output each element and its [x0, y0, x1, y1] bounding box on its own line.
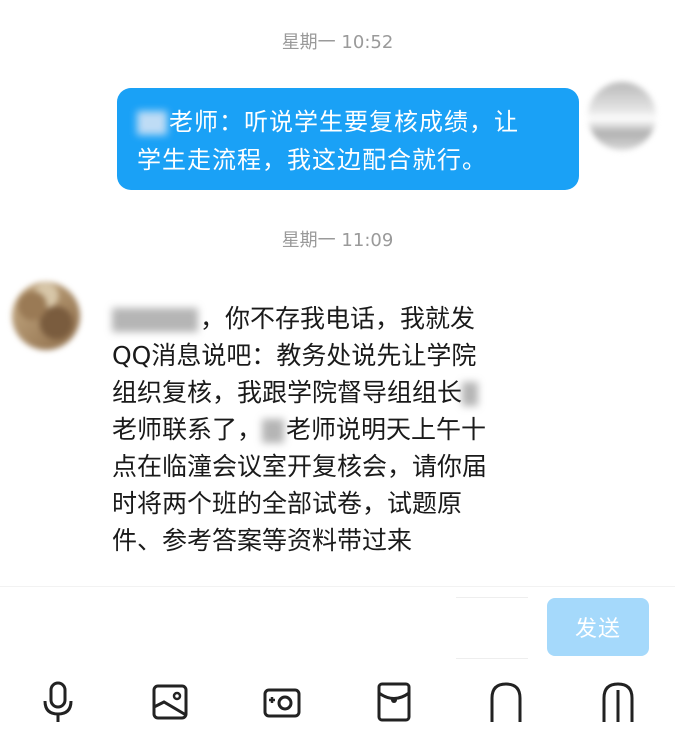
image-icon[interactable]	[150, 680, 190, 724]
message-text: 老师说明天上午十	[286, 415, 487, 444]
redacted-name	[137, 111, 167, 135]
redacted-name	[462, 382, 479, 406]
message-line: ，你不存我电话，我就发	[112, 300, 572, 337]
red-packet-icon[interactable]	[374, 680, 414, 724]
message-line: QQ消息说吧：教务处说先让学院	[112, 341, 477, 370]
message-line: 老师联系了， 老师说明天上午十	[112, 411, 572, 448]
avatar[interactable]	[588, 82, 656, 150]
message-line: 点在临潼会议室开复核会，请你届	[112, 452, 488, 481]
message-text: ，你不存我电话，我就发	[200, 304, 476, 333]
incoming-message[interactable]: ，你不存我电话，我就发 QQ消息说吧：教务处说先让学院 组织复核，我跟学院督导组…	[112, 300, 572, 559]
avatar[interactable]	[12, 282, 80, 350]
message-line: 组织复核，我跟学院督导组组长	[112, 374, 572, 411]
timestamp: 星期一 10:52	[281, 32, 394, 53]
arch-icon[interactable]	[598, 680, 638, 724]
message-text: 老师联系了，	[112, 415, 263, 444]
message-line: 学生走流程，我这边配合就行。	[137, 146, 487, 174]
microphone-icon[interactable]	[38, 680, 78, 724]
message-line: 老师：听说学生要复核成绩，让	[137, 103, 563, 141]
message-line: 时将两个班的全部试卷，试题原	[112, 489, 463, 518]
redacted-name	[262, 419, 285, 443]
outgoing-message-bubble[interactable]: 老师：听说学生要复核成绩，让 学生走流程，我这边配合就行。	[117, 88, 579, 190]
arch-icon[interactable]	[486, 680, 526, 724]
timestamp: 星期一 11:09	[281, 230, 394, 251]
message-input[interactable]	[456, 597, 528, 659]
send-button[interactable]: 发送	[547, 598, 649, 656]
camera-icon[interactable]	[262, 680, 302, 724]
message-text: 老师：听说学生要复核成绩，让	[169, 108, 519, 136]
message-text: 组织复核，我跟学院督导组组长	[112, 378, 463, 407]
redacted-name	[112, 308, 198, 332]
message-line: 件、参考答案等资料带过来	[112, 526, 413, 555]
composer-divider	[0, 586, 675, 587]
